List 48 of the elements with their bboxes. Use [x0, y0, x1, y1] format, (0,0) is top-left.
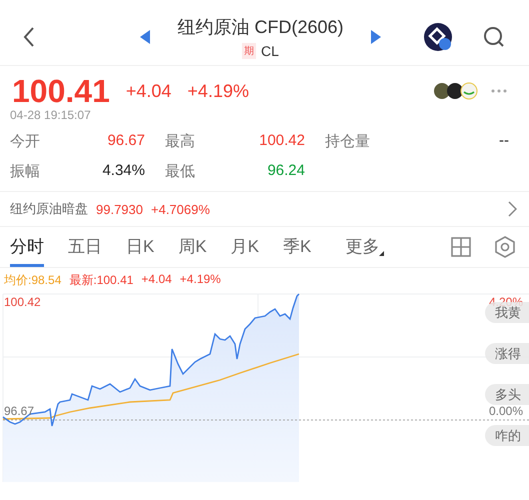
comment-bubble: 涨得 — [485, 343, 529, 364]
chevron-icon — [508, 201, 517, 217]
assistant-icon[interactable] — [423, 22, 453, 52]
chart-tab[interactable]: 更多 — [345, 227, 384, 267]
next-icon[interactable] — [371, 30, 381, 44]
page-title: 纽约原油 CFD(2606) — [177, 16, 344, 38]
price-change: +4.04 — [126, 80, 172, 102]
dark-pool-price: 99.7930 — [96, 202, 143, 216]
latest-price: 最新:100.41 — [69, 272, 134, 288]
stat-value: 96.67 — [106, 132, 146, 151]
axis-label: 0.00% — [488, 404, 523, 418]
back-icon[interactable] — [22, 26, 36, 48]
stat-value: -- — [498, 132, 509, 151]
axis-label: 100.42 — [4, 295, 41, 309]
dark-pool-change: +4.7069% — [151, 202, 210, 216]
previous-icon[interactable] — [140, 30, 150, 44]
dropdown-icon — [379, 250, 384, 256]
more-icon[interactable] — [491, 89, 507, 93]
futures-tag: 期 — [242, 42, 256, 58]
latest-percent: +4.19% — [180, 272, 221, 288]
stat-label: 振幅 — [10, 162, 41, 181]
average-price: 均价:98.54 — [4, 272, 62, 288]
grid-icon[interactable] — [451, 237, 471, 257]
chart-tab[interactable]: 周K — [178, 227, 207, 267]
stat-value: 96.24 — [266, 162, 306, 181]
chart-tab[interactable]: 分时 — [10, 227, 44, 267]
chart-tab[interactable]: 五日 — [68, 227, 102, 267]
latest-change: +4.04 — [141, 272, 172, 288]
settings-icon[interactable] — [495, 236, 515, 258]
last-price: 100.41 — [12, 72, 110, 110]
stat-label: 今开 — [10, 132, 41, 151]
percent-change: +4.19% — [187, 80, 249, 102]
stat-label: 持仓量 — [325, 132, 371, 151]
chart-tab[interactable]: 日K — [126, 227, 154, 267]
stat-label: 最低 — [165, 162, 196, 181]
comment-bubble: 咋的 — [485, 425, 529, 446]
quote-time: 04-28 19:15:07 — [9, 108, 92, 122]
dark-pool-label: 纽约原油暗盘 — [10, 200, 88, 218]
symbol-code: CL — [261, 42, 279, 58]
stat-label: 最高 — [165, 132, 196, 151]
stat-value: 4.34% — [101, 162, 146, 181]
search-icon[interactable] — [483, 26, 505, 48]
comment-bubble: 多头 — [485, 384, 529, 405]
chart-tab[interactable]: 月K — [230, 227, 260, 267]
dark-pool-row[interactable]: 纽约原油暗盘 99.7930 +4.7069% — [0, 192, 529, 227]
axis-label: 96.67 — [4, 404, 34, 418]
chart-tab[interactable]: 季K — [283, 227, 312, 267]
stat-value: 100.42 — [258, 132, 306, 151]
